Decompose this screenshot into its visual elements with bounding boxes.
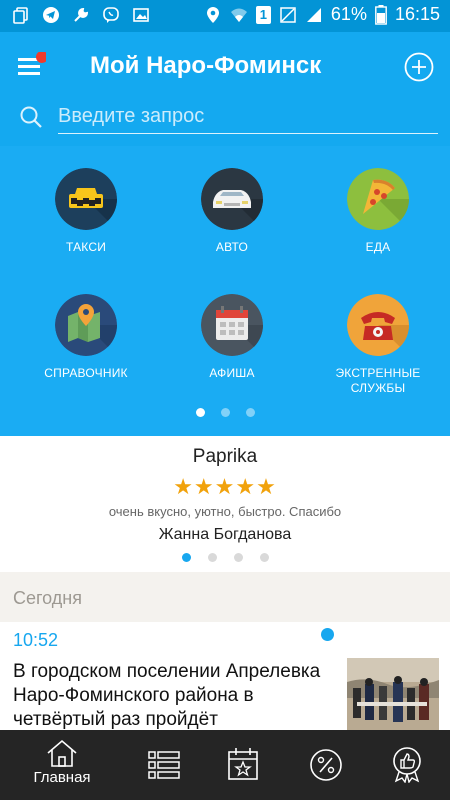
telegram-icon: [43, 7, 59, 23]
phone-icon: [347, 294, 409, 356]
hamburger-icon: [18, 51, 48, 75]
calendar-icon: [201, 294, 263, 356]
no-sim-signal-icon: [280, 6, 296, 23]
bottom-navigation: Главная: [0, 730, 450, 800]
review-place: Paprika: [192, 446, 258, 467]
nav-events[interactable]: [198, 730, 288, 800]
plus-circle-icon: [404, 52, 434, 82]
review-author: Жанна Богданова: [158, 526, 292, 543]
taxi-icon: [55, 168, 117, 230]
category-auto[interactable]: АВТО: [167, 168, 297, 255]
news-time: 10:52: [13, 630, 59, 650]
section-header: Сегодня: [0, 572, 450, 622]
image-icon: [133, 8, 149, 22]
category-events[interactable]: АФИША: [167, 294, 297, 381]
add-button[interactable]: [404, 52, 434, 82]
status-bar: 1 61% 16:15: [0, 0, 450, 32]
nav-home[interactable]: Главная: [17, 730, 107, 800]
notification-icons: [12, 6, 150, 24]
category-label: ЕДА: [365, 240, 391, 254]
map-pin-icon: [55, 294, 117, 356]
news-item[interactable]: 10:52 В городском поселении Апрелевка На…: [0, 622, 450, 730]
car-icon: [201, 168, 263, 230]
category-emergency[interactable]: ЭКСТРЕННЫЕ СЛУЖБЫ: [313, 294, 443, 396]
category-label: АФИША: [209, 366, 255, 380]
nav-discounts[interactable]: [281, 730, 371, 800]
unread-indicator: [321, 628, 334, 641]
search-icon: [20, 106, 42, 128]
review-text: очень вкусно, уютно, быстро. Спасибо: [108, 504, 342, 519]
menu-button[interactable]: [14, 51, 48, 80]
percent-icon: [310, 749, 342, 781]
home-icon: [47, 739, 77, 767]
wifi-icon: [230, 8, 247, 22]
wrench-icon: [74, 7, 89, 22]
section-title: Сегодня: [13, 588, 82, 608]
signal-icon: [306, 7, 321, 22]
battery-icon: [375, 4, 387, 25]
category-page-indicator: [0, 408, 450, 417]
calendar-star-icon: [228, 748, 258, 780]
page-dot[interactable]: [245, 408, 255, 417]
page-dot[interactable]: [220, 408, 230, 417]
page-dot[interactable]: [181, 553, 191, 562]
nav-label: Главная: [33, 769, 91, 786]
category-directory[interactable]: СПРАВОЧНИК: [21, 294, 151, 381]
page-title: Мой Наро-Фоминск: [90, 52, 322, 79]
app-header: Мой Наро-Фоминск: [0, 32, 450, 146]
category-label: ТАКСИ: [65, 240, 107, 254]
nav-recommendations[interactable]: [362, 730, 450, 800]
list-icon: [148, 751, 180, 779]
page-dot[interactable]: [233, 553, 243, 562]
clock: 16:15: [394, 4, 440, 24]
review-page-indicator: [0, 553, 450, 562]
review-card[interactable]: Paprika ★★★★★ очень вкусно, уютно, быстр…: [0, 436, 450, 572]
page-dot[interactable]: [195, 408, 205, 417]
page-dot[interactable]: [207, 553, 217, 562]
copy-icon: [13, 7, 28, 24]
category-grid: ТАКСИ АВТО ЕДА СПРАВОЧНИК АФИША ЭКСТРЕНН…: [0, 146, 450, 436]
news-headline: В городском поселении Апрелевка Наро-Фом…: [13, 661, 321, 730]
location-icon: [206, 6, 219, 23]
category-food[interactable]: ЕДА: [313, 168, 443, 255]
category-label: ЭКСТРЕННЫЕ СЛУЖБЫ: [335, 366, 421, 395]
category-taxi[interactable]: ТАКСИ: [21, 168, 151, 255]
system-status: 1 61% 16:15: [204, 4, 440, 25]
star-rating: ★★★★★: [173, 474, 277, 499]
page-dot[interactable]: [259, 553, 269, 562]
nav-list[interactable]: [119, 730, 209, 800]
battery-percent: 61%: [330, 4, 367, 24]
sim-slot-badge: 1: [255, 5, 271, 24]
app-screen: 1 61% 16:15 Мой Наро-Фоминск Введите зап…: [0, 0, 450, 800]
category-label: АВТО: [215, 240, 249, 254]
viber-icon: [103, 7, 119, 23]
pizza-icon: [347, 168, 409, 230]
search-input[interactable]: [58, 100, 438, 134]
category-label: СПРАВОЧНИК: [44, 366, 128, 380]
news-thumbnail: [347, 658, 439, 730]
thumbs-up-badge-icon: [393, 747, 421, 783]
